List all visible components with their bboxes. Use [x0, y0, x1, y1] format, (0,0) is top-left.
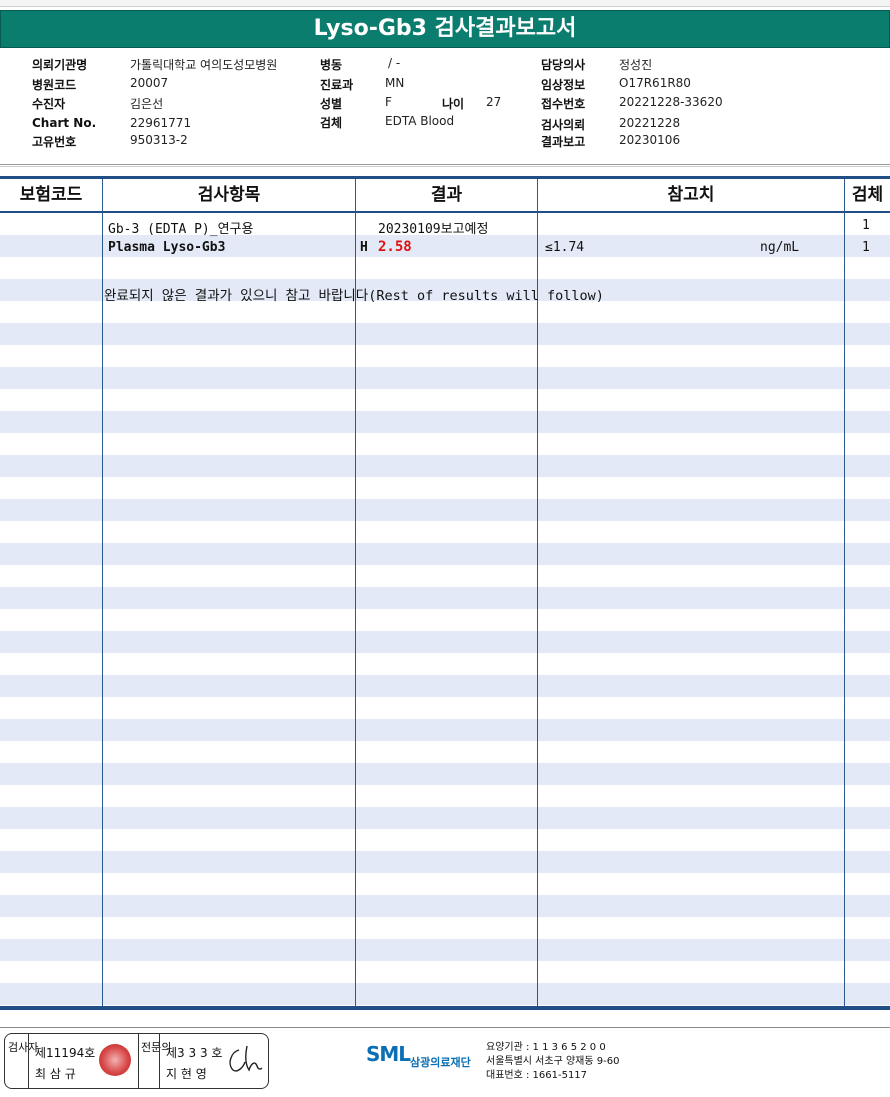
results-table: 보험코드 검사항목 결과 참고치 검체 Gb-3 (EDTA P)_연구용 20… [0, 176, 890, 1012]
request-value: 20221228 [619, 116, 681, 130]
report-label: 결과보고 [541, 135, 586, 149]
row-result: 2.58 [378, 239, 412, 255]
signature-box: 검사자 제11194호 최 삼 규 전문의 제3 3 3 호 지 현 영 [4, 1033, 269, 1089]
header-test-item: 검사항목 [197, 185, 261, 205]
receipt-label: 접수번호 [541, 97, 586, 111]
header-specimen: 검체 [851, 185, 884, 205]
column-divider [844, 179, 845, 1006]
age-label: 나이 [442, 97, 465, 111]
ward-value: / - [388, 56, 401, 70]
tester-name: 최 삼 규 [35, 1067, 76, 1081]
id-value: 950313-2 [130, 133, 188, 147]
specialist-number: 제3 3 3 호 [166, 1046, 223, 1060]
hospital-code-value: 20007 [130, 76, 169, 90]
row-reference: ≤1.74 [545, 240, 585, 255]
sml-logo-text: SML [366, 1042, 411, 1066]
phone-number: 대표번호 : 1661-5117 [486, 1070, 588, 1081]
dept-value: MN [385, 76, 405, 90]
institution-address: 요양기관 : 1 1 3 6 5 2 0 0 서울특별시 서초구 양재동 9-6… [486, 1041, 619, 1083]
patient-info-block: 의뢰기관명 가톨릭대학교 여의도성모병원 병원코드 20007 수진자 김은선 … [0, 52, 890, 162]
ward-label: 병동 [320, 58, 343, 72]
doctor-label: 담당의사 [541, 58, 586, 72]
row-flag: H [360, 240, 368, 255]
patient-label: 수진자 [32, 97, 66, 111]
footer-divider [0, 1027, 890, 1028]
clinical-value: O17R61R80 [619, 76, 691, 90]
divider [0, 166, 890, 167]
header-bottom-rule [0, 211, 890, 213]
doctor-value: 정성진 [619, 58, 653, 72]
id-label: 고유번호 [32, 135, 77, 149]
row-item: Gb-3 (EDTA P)_연구용 [108, 222, 254, 237]
foundation-name: 삼광의료재단 [410, 1056, 471, 1069]
column-divider [102, 179, 103, 1006]
institution-label: 의뢰기관명 [32, 58, 88, 72]
tester-label: 검사자 [8, 1041, 39, 1054]
age-value: 27 [486, 95, 502, 109]
row-unit: ng/mL [760, 240, 800, 255]
divider [0, 164, 890, 165]
header-result: 결과 [430, 185, 463, 205]
report-value: 20230106 [619, 133, 681, 147]
specialist-label: 전문의 [141, 1041, 172, 1054]
tester-number: 제11194호 [35, 1046, 96, 1060]
box-divider [159, 1034, 160, 1088]
box-divider [28, 1034, 29, 1088]
specialist-name: 지 현 영 [166, 1067, 207, 1081]
box-divider [138, 1034, 139, 1088]
dept-label: 진료과 [320, 78, 354, 92]
seal-stamp [99, 1044, 131, 1076]
table-bottom-rule [0, 1006, 890, 1010]
row-specimen: 1 [862, 240, 870, 255]
receipt-value: 20221228-33620 [619, 95, 723, 109]
chart-label: Chart No. [32, 116, 97, 130]
chart-value: 22961771 [130, 116, 192, 130]
sml-logo: SML 삼광의료재단 [366, 1042, 486, 1078]
patient-value: 김은선 [130, 97, 164, 111]
row-specimen: 1 [862, 218, 870, 233]
report-title: Lyso-Gb3 검사결과보고서 [0, 10, 890, 48]
row-item: Plasma Lyso-Gb3 [108, 240, 226, 255]
row-result: 20230109보고예정 [378, 222, 489, 237]
signature-image [229, 1045, 263, 1072]
header-insurance-code: 보험코드 [19, 185, 83, 205]
institution-value: 가톨릭대학교 여의도성모병원 [130, 58, 278, 72]
clinical-label: 임상정보 [541, 78, 586, 92]
address: 서울특별시 서초구 양재동 9-60 [486, 1056, 620, 1067]
hospital-code-label: 병원코드 [32, 78, 77, 92]
row-stripes [0, 213, 890, 1006]
specimen-value: EDTA Blood [385, 114, 455, 128]
sex-label: 성별 [320, 97, 343, 111]
request-label: 검사의뢰 [541, 118, 586, 132]
specimen-label: 검체 [320, 116, 343, 130]
pending-results-note: 완료되지 않은 결과가 있으니 참고 바랍니다(Rest of results … [104, 288, 604, 304]
provider-number: 요양기관 : 1 1 3 6 5 2 0 0 [486, 1042, 606, 1053]
top-border [0, 0, 890, 7]
header-reference: 참고치 [667, 185, 715, 205]
sex-value: F [385, 95, 392, 109]
